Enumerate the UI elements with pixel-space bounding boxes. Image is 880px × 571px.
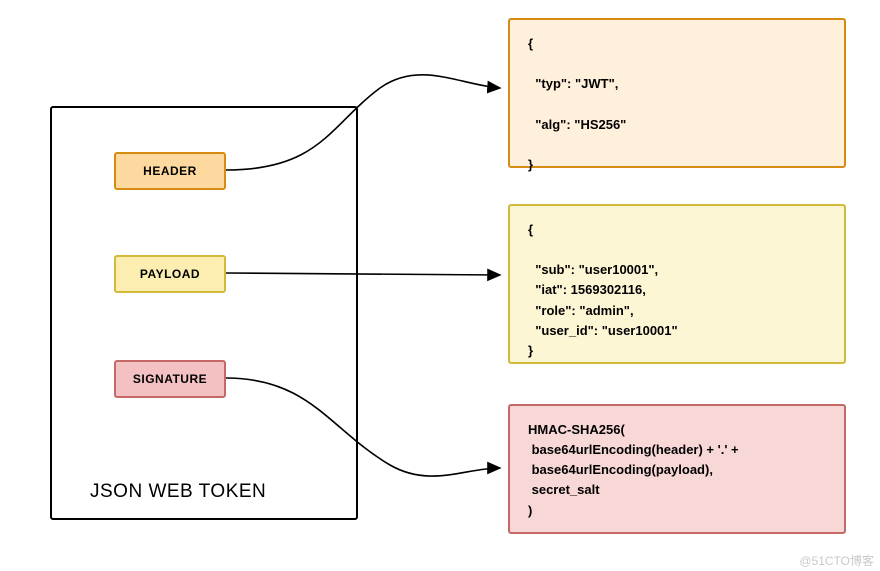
- signature-part-box: SIGNATURE: [114, 360, 226, 398]
- signature-part-label: SIGNATURE: [133, 372, 207, 386]
- payload-part-box: PAYLOAD: [114, 255, 226, 293]
- signature-code-block: HMAC-SHA256( base64urlEncoding(header) +…: [508, 404, 846, 534]
- header-part-box: HEADER: [114, 152, 226, 190]
- payload-code-block: { "sub": "user10001", "iat": 1569302116,…: [508, 204, 846, 364]
- diagram-canvas: JSON WEB TOKEN HEADER PAYLOAD SIGNATURE …: [0, 0, 880, 571]
- header-part-label: HEADER: [143, 164, 197, 178]
- header-code-block: { "typ": "JWT", "alg": "HS256" }: [508, 18, 846, 168]
- watermark: @51CTO博客: [799, 552, 874, 569]
- payload-part-label: PAYLOAD: [140, 267, 200, 281]
- jwt-title: JSON WEB TOKEN: [90, 481, 266, 503]
